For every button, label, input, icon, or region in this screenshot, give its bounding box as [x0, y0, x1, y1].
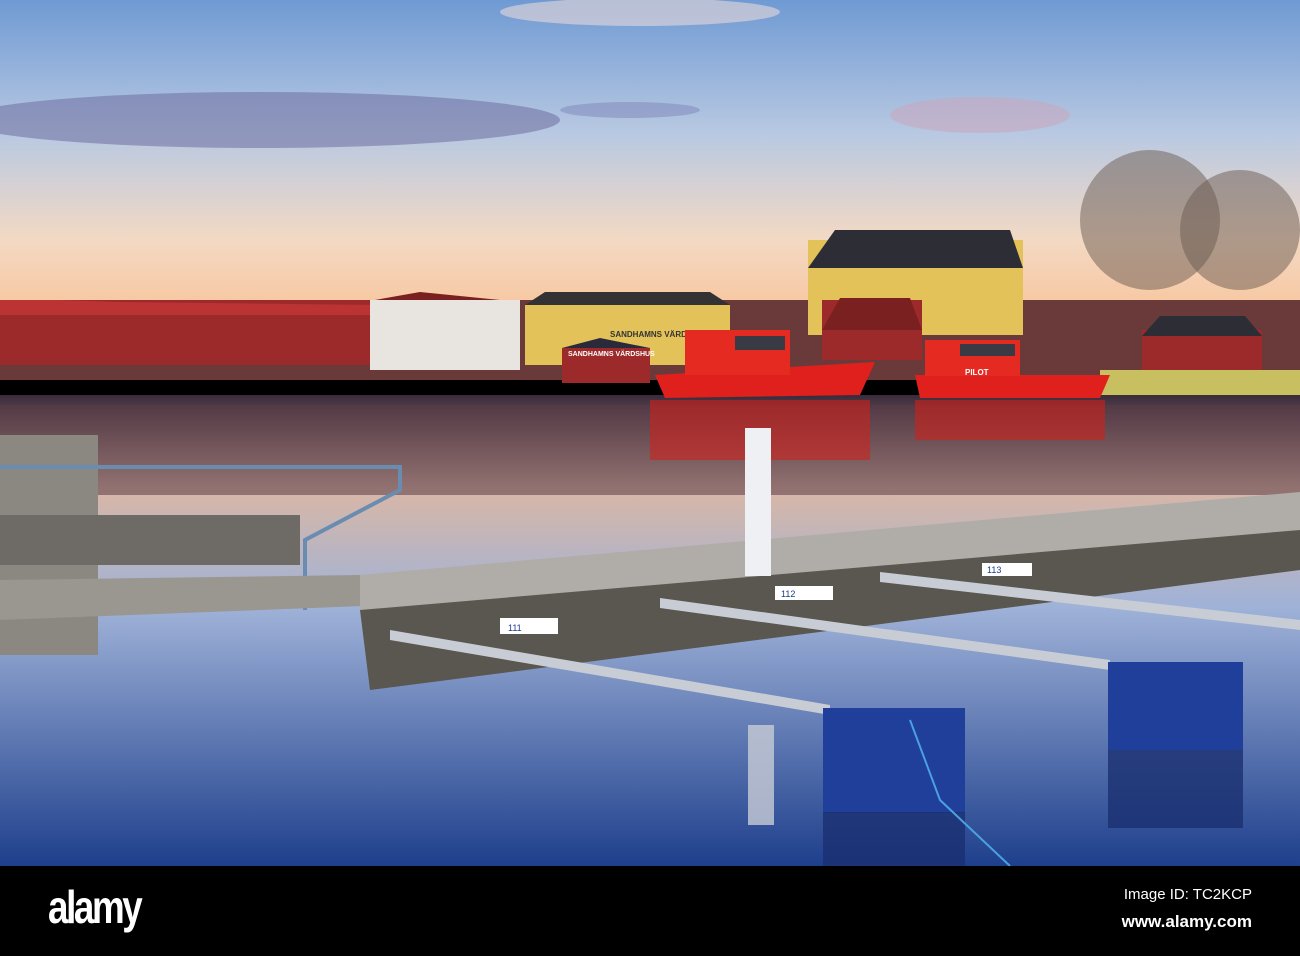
- image-id: Image ID: TC2KCP: [1123, 886, 1252, 903]
- alamy-logo: alamy: [48, 881, 143, 933]
- harbor-photo: SANDHAMNS VÄRDSHUS SANDHAMNS VÄRDSHUS PI…: [0, 0, 1300, 866]
- website-link: www.alamy.com: [1121, 912, 1252, 931]
- watermark-footer: alamy Image ID: TC2KCP www.alamy.com: [0, 866, 1300, 956]
- berth-number-111: 111: [508, 623, 522, 633]
- pilot-sign: PILOT: [965, 368, 989, 377]
- inn-sign-lower: SANDHAMNS VÄRDSHUS: [568, 350, 655, 358]
- berth-number-112: 112: [781, 589, 795, 599]
- berth-number-113: 113: [987, 565, 1001, 575]
